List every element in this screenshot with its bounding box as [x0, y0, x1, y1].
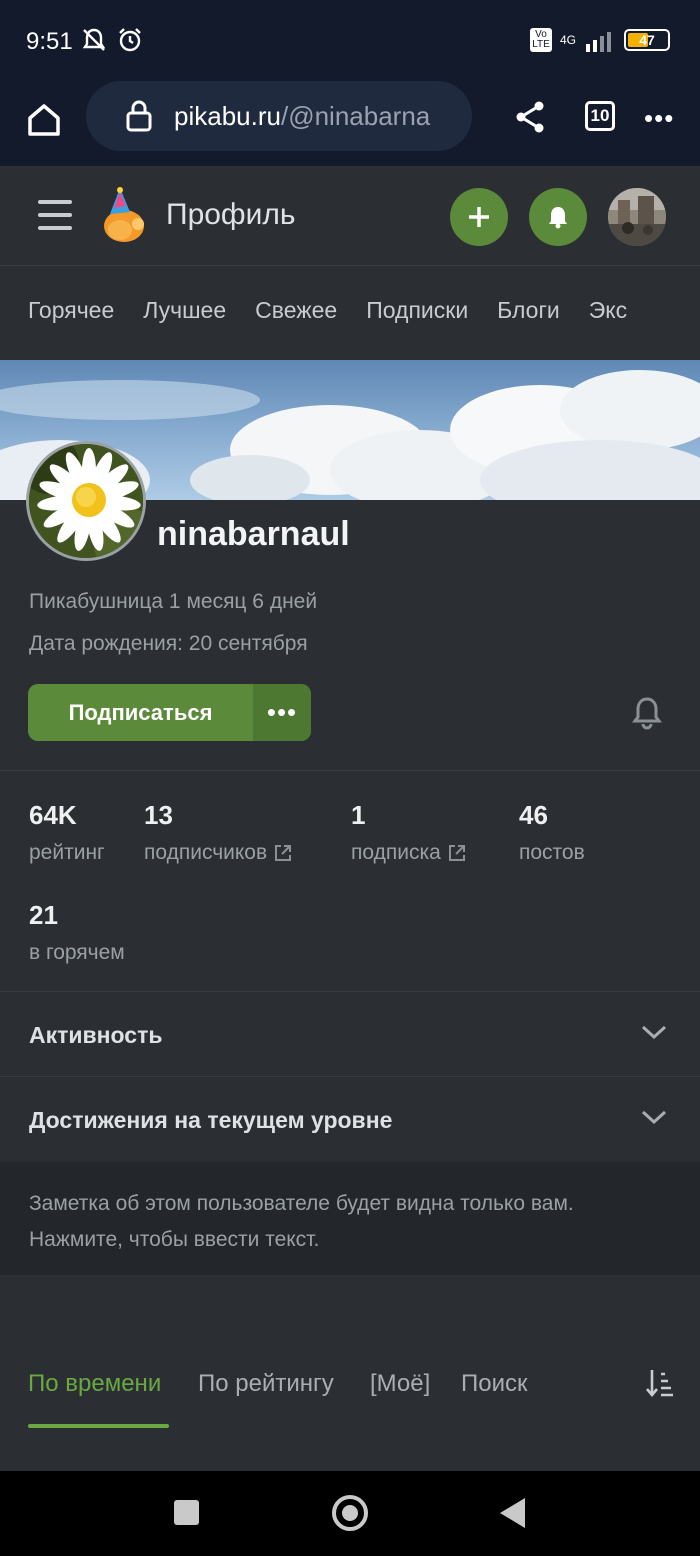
menu-icon[interactable] [38, 200, 72, 230]
status-time: 9:51 [26, 28, 73, 55]
tab-by-rating[interactable]: По рейтингу [198, 1370, 334, 1398]
category-nav: Горячее Лучшее Свежее Подписки Блоги Экс [0, 267, 700, 360]
status-bar: 9:51 Vo LTE 4G 47 [0, 0, 700, 80]
profile-username: ninabarnaul [157, 515, 350, 553]
user-avatar[interactable] [608, 188, 666, 246]
share-icon[interactable] [514, 100, 546, 134]
note-line: Заметка об этом пользователе будет видна… [29, 1192, 574, 1215]
app-header: Профиль [0, 166, 700, 266]
activity-title: Активность [29, 1022, 163, 1048]
tab-by-time[interactable]: По времени [28, 1370, 161, 1398]
stat-posts: 46 постов [519, 800, 585, 865]
tab-search[interactable]: Поиск [461, 1370, 528, 1398]
volte-icon: Vo LTE [530, 28, 552, 52]
lock-icon [126, 100, 152, 132]
stat-rating: 64K рейтинг [29, 800, 105, 865]
category-hot[interactable]: Горячее [28, 297, 114, 324]
stat-subscribers[interactable]: 13 подписчиков [144, 800, 293, 865]
recents-button[interactable] [174, 1500, 199, 1525]
notifications-button[interactable] [529, 188, 587, 246]
bell-icon [549, 207, 567, 229]
tab-mine[interactable]: [Моё] [370, 1370, 430, 1398]
member-since: Пикабушница 1 месяц 6 дней [29, 590, 318, 613]
battery-level: 47 [639, 32, 655, 48]
category-more[interactable]: Экс [589, 297, 627, 324]
sort-icon[interactable] [646, 1368, 674, 1398]
back-button[interactable] [500, 1498, 525, 1528]
stat-label: подписчиков [144, 841, 268, 864]
active-tab-indicator [28, 1424, 169, 1428]
stat-label: в горячем [29, 941, 125, 964]
signal-icon [586, 32, 611, 52]
sort-tabs: По времени По рейтингу [Моё] Поиск [0, 1338, 700, 1428]
muted-bell-icon [82, 28, 106, 51]
profile-avatar[interactable] [26, 441, 146, 561]
home-nav-button[interactable] [332, 1495, 368, 1531]
birthday: Дата рождения: 20 сентября [29, 632, 308, 655]
category-best[interactable]: Лучшее [143, 297, 226, 324]
user-note[interactable]: Заметка об этом пользователе будет видна… [0, 1162, 700, 1275]
add-post-button[interactable] [450, 188, 508, 246]
stat-label: постов [519, 841, 585, 864]
category-subscriptions[interactable]: Подписки [366, 297, 468, 324]
profile-more-button[interactable]: ••• [253, 684, 311, 741]
pikabu-logo-icon [104, 187, 144, 242]
stat-value: 1 [351, 800, 366, 830]
network-type: 4G [560, 33, 577, 47]
stat-hot: 21 в горячем [29, 900, 125, 965]
home-icon[interactable] [24, 100, 64, 140]
battery-icon: 47 [624, 29, 670, 51]
chevron-down-icon [641, 1110, 667, 1125]
subscribe-button[interactable]: Подписаться [28, 684, 253, 741]
category-blogs[interactable]: Блоги [497, 297, 560, 324]
stat-value: 13 [144, 800, 173, 830]
system-nav-bar [0, 1471, 700, 1556]
page-title: Профиль [166, 198, 296, 231]
alarm-icon [119, 28, 141, 52]
category-fresh[interactable]: Свежее [255, 297, 337, 324]
activity-section[interactable]: Активность [0, 992, 700, 1076]
browser-menu-button[interactable]: ••• [644, 103, 674, 134]
stat-value: 64K [29, 800, 77, 830]
tab-switcher-button[interactable]: 10 [585, 101, 615, 131]
plus-icon [469, 207, 489, 227]
stat-value: 46 [519, 800, 548, 830]
external-link-icon [275, 845, 292, 861]
stat-label: подписка [351, 841, 441, 864]
url-host: pikabu.ru [174, 100, 281, 131]
divider [0, 770, 700, 771]
url-path: /@ninabarna [280, 100, 431, 131]
achievements-section[interactable]: Достижения на текущем уровне [0, 1077, 700, 1161]
stat-label: рейтинг [29, 841, 105, 864]
subscribe-button-group: Подписаться ••• [28, 684, 311, 741]
address-bar[interactable]: pikabu.ru/@ninabarna [86, 81, 472, 151]
browser-toolbar: pikabu.ru/@ninabarna 10 ••• [0, 80, 700, 166]
note-line: Нажмите, чтобы ввести текст. [29, 1228, 320, 1251]
url-text: pikabu.ru/@ninabarna [174, 101, 464, 132]
chevron-down-icon [641, 1025, 667, 1040]
bell-outline-icon[interactable] [632, 696, 662, 730]
stat-subscriptions[interactable]: 1 подписка [351, 800, 467, 865]
achievements-title: Достижения на текущем уровне [29, 1107, 393, 1133]
stat-value: 21 [29, 900, 58, 930]
external-link-icon [448, 845, 465, 861]
